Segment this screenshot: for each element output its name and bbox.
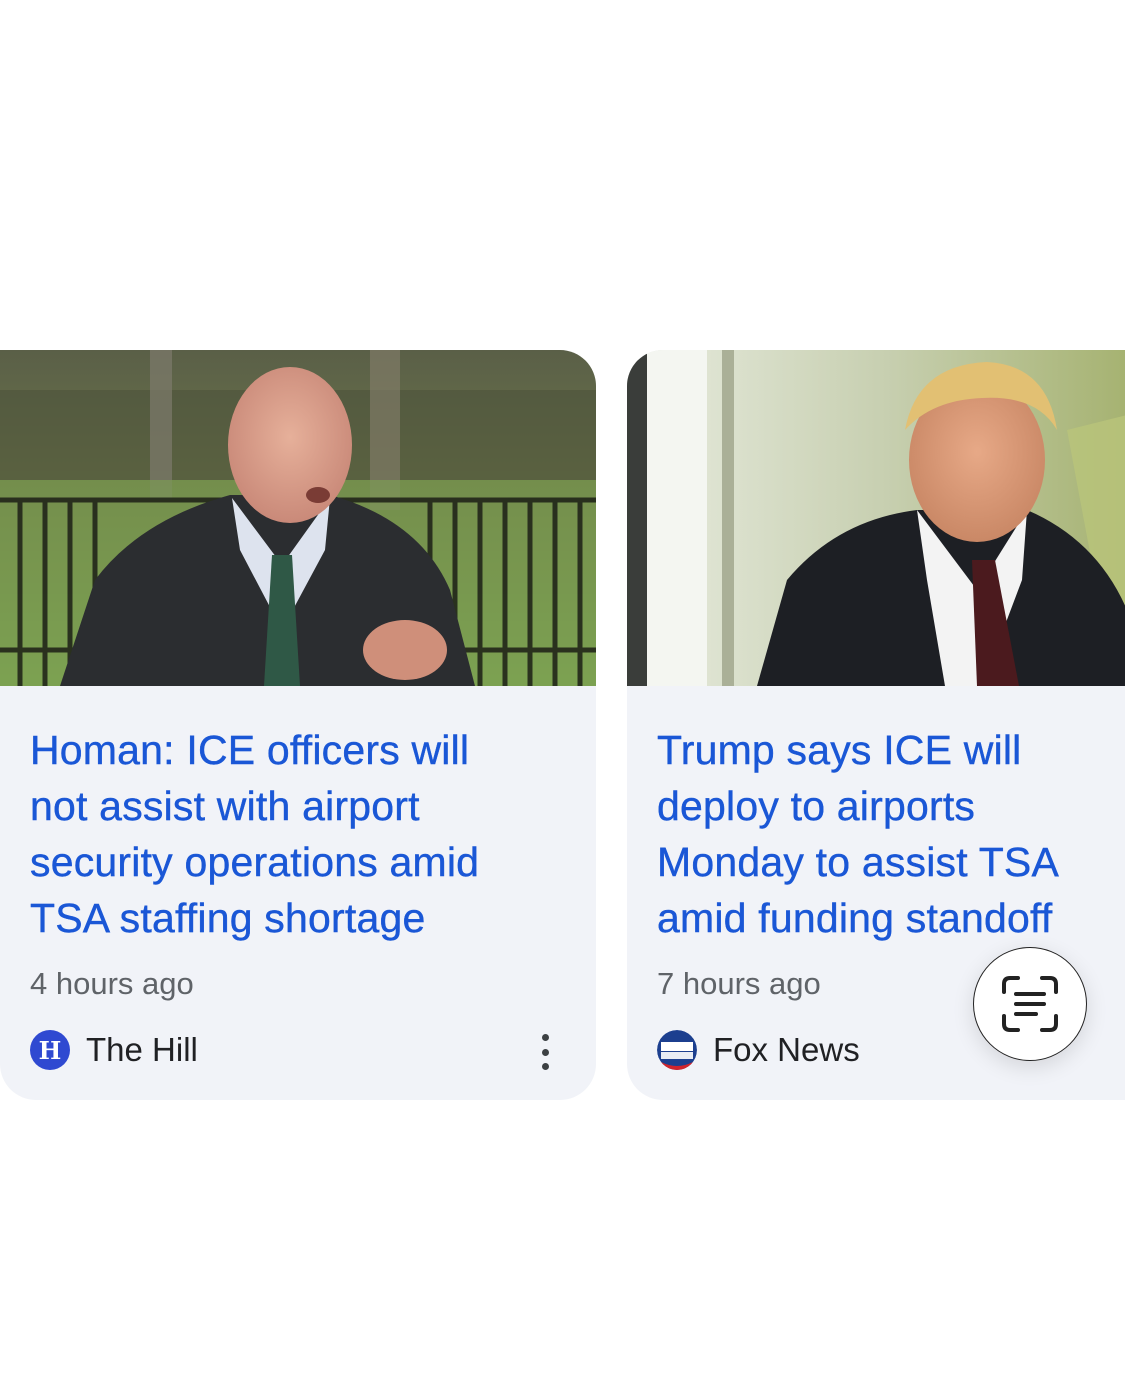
article-headline[interactable]: Trump says ICE will deploy to airports M… bbox=[657, 722, 1125, 946]
article-timestamp: 4 hours ago bbox=[30, 966, 194, 1001]
dot-icon bbox=[541, 1063, 549, 1070]
article-headline[interactable]: Homan: ICE officers will not assist with… bbox=[30, 722, 479, 946]
text-scan-button[interactable] bbox=[973, 947, 1087, 1061]
news-carousel: Homan: ICE officers will not assist with… bbox=[0, 0, 1125, 1379]
source-name: Fox News bbox=[713, 1031, 860, 1068]
news-card-the-hill[interactable]: Homan: ICE officers will not assist with… bbox=[0, 350, 596, 1100]
article-source: H The Hill bbox=[30, 1030, 198, 1070]
article-timestamp: 7 hours ago bbox=[657, 966, 821, 1001]
article-thumbnail[interactable] bbox=[627, 350, 1125, 686]
more-options-button[interactable] bbox=[538, 1034, 552, 1070]
source-name: The Hill bbox=[86, 1031, 198, 1068]
article-source: Fox News bbox=[657, 1030, 860, 1070]
dot-icon bbox=[541, 1034, 549, 1041]
text-scan-icon bbox=[1002, 976, 1058, 1032]
the-hill-logo-icon: H bbox=[30, 1030, 70, 1070]
dot-icon bbox=[541, 1048, 549, 1056]
fox-news-logo-icon bbox=[657, 1030, 697, 1070]
article-thumbnail[interactable] bbox=[0, 350, 596, 686]
